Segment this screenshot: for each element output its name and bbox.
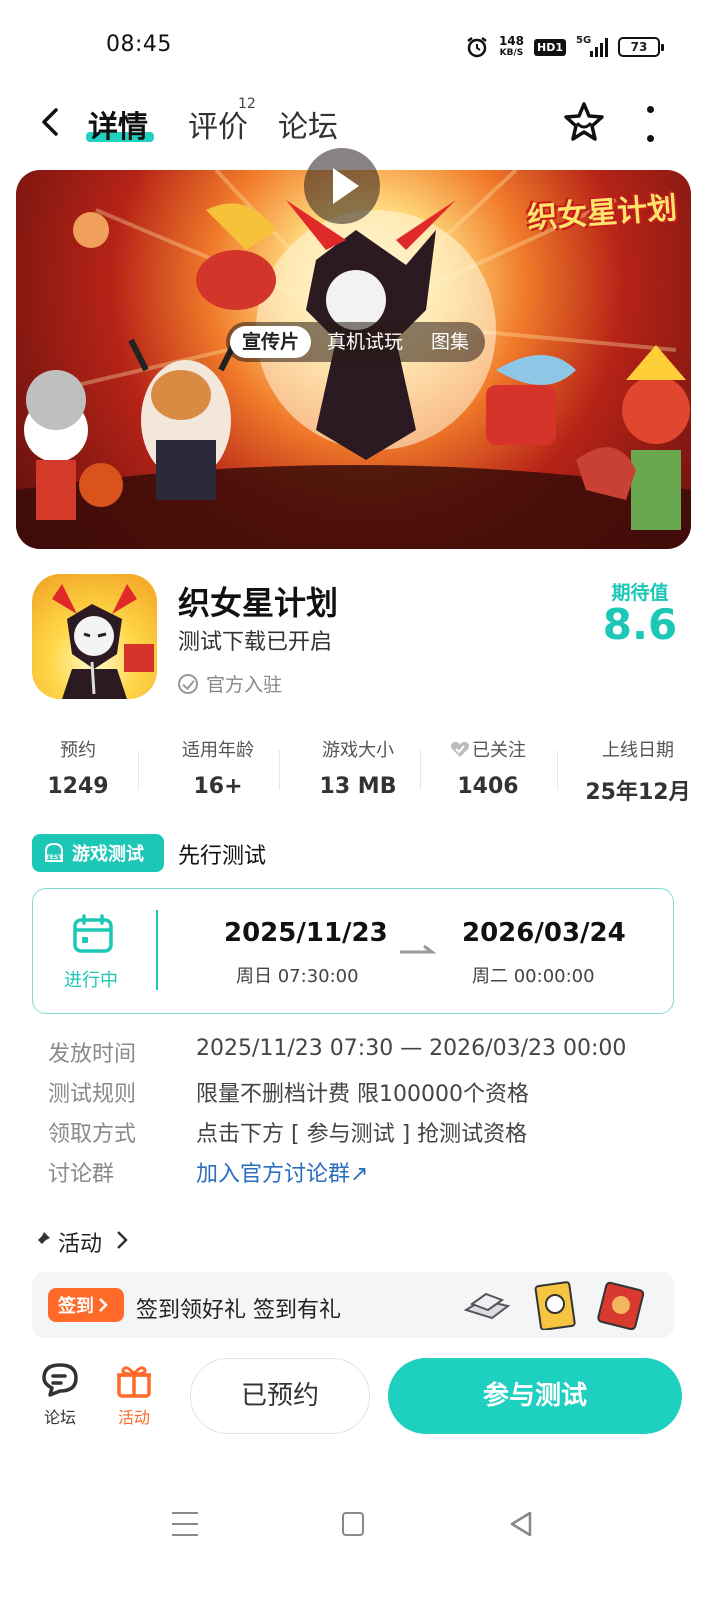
stat-reservations: 预约 1249 [47,740,109,799]
status-icons: 148 KB/S HD1 5G 73 [465,32,664,62]
system-back-icon[interactable] [508,1510,534,1538]
stat-release-date: 上线日期 25年12月 [585,740,691,805]
join-test-button[interactable]: 参与测试 [388,1358,682,1434]
stat-age-rating: 适用年龄 16+ [182,740,254,799]
media-tab-trailer[interactable]: 宣传片 [230,326,312,358]
check-circle-icon [178,673,198,694]
review-count-badge: 12 [238,96,256,112]
join-group-link[interactable]: 加入官方讨论群↗ [196,1156,368,1188]
game-subtitle: 测试下载已开启 [178,630,333,655]
character-card-icon [534,1281,576,1330]
expectation-score: 8.6 [602,600,678,649]
more-vertical-icon[interactable] [642,106,658,142]
net-speed: 148 KB/S [498,34,524,58]
media-tab-gameplay[interactable]: 真机试玩 [315,326,415,358]
chevron-right-icon [99,1298,108,1312]
bottom-nav-forum[interactable]: 论坛 [38,1362,82,1428]
stat-followers[interactable]: 已关注 1406 [436,736,540,799]
test-icon: TEST [45,842,64,862]
media-tabs: 宣传片 真机试玩 图集 [226,322,486,362]
bottom-nav-activity[interactable]: 活动 [112,1362,156,1428]
test-period-card [32,888,674,1014]
activity-text: 签到领好礼 签到有礼 [136,1298,341,1323]
play-button[interactable] [304,148,380,224]
activity-section-title[interactable]: 活动 [58,1226,102,1258]
game-app-icon [32,574,157,699]
arrow-right-icon [400,944,437,954]
network-type: 5G [576,35,592,46]
system-menu-button[interactable] [172,1512,198,1536]
stat-game-size: 游戏大小 13 MB [319,740,397,799]
silver-ingot-icon [463,1292,511,1320]
alarm-icon [467,37,487,58]
tab-forum[interactable]: 论坛 [278,102,338,146]
test-start-time: 周日 07:30:00 [236,966,359,987]
forum-chat-icon [42,1363,78,1397]
star-icon[interactable] [562,100,606,144]
pin-icon [34,1232,50,1248]
system-home-button[interactable] [342,1512,364,1536]
calendar-icon [73,914,113,953]
test-start-date: 2025/11/23 [224,918,388,948]
media-tab-gallery[interactable]: 图集 [419,326,481,358]
card-divider [156,910,158,990]
chevron-right-icon[interactable] [116,1230,128,1250]
game-test-badge: TEST 游戏测试 [32,834,164,872]
test-status: 进行中 [64,970,118,991]
test-end-date: 2026/03/24 [462,918,626,948]
signal-icon: 5G [576,35,608,57]
status-time: 08:45 [106,32,172,57]
official-label: 官方入驻 [206,674,283,696]
stats-row: 预约 1249 适用年龄 16+ 游戏大小 13 MB 已关注 1406 上线日… [8,736,720,806]
official-verified: 官方入驻 [178,670,282,697]
svg-text:TEST: TEST [46,854,64,861]
test-end-time: 周二 00:00:00 [472,966,595,987]
red-card-icon [597,1281,645,1330]
gift-icon [117,1366,151,1398]
game-title: 织女星计划 [178,584,339,622]
heart-icon [450,741,470,757]
signin-tag[interactable]: 签到 [48,1288,124,1322]
hd-badge: HD1 [534,38,566,56]
tab-detail[interactable]: 详情 [88,102,148,146]
back-arrow-icon[interactable] [36,102,68,142]
test-title: 先行测试 [178,844,267,869]
reserved-button[interactable]: 已预约 [190,1358,370,1434]
battery-icon: 73 [618,37,664,57]
